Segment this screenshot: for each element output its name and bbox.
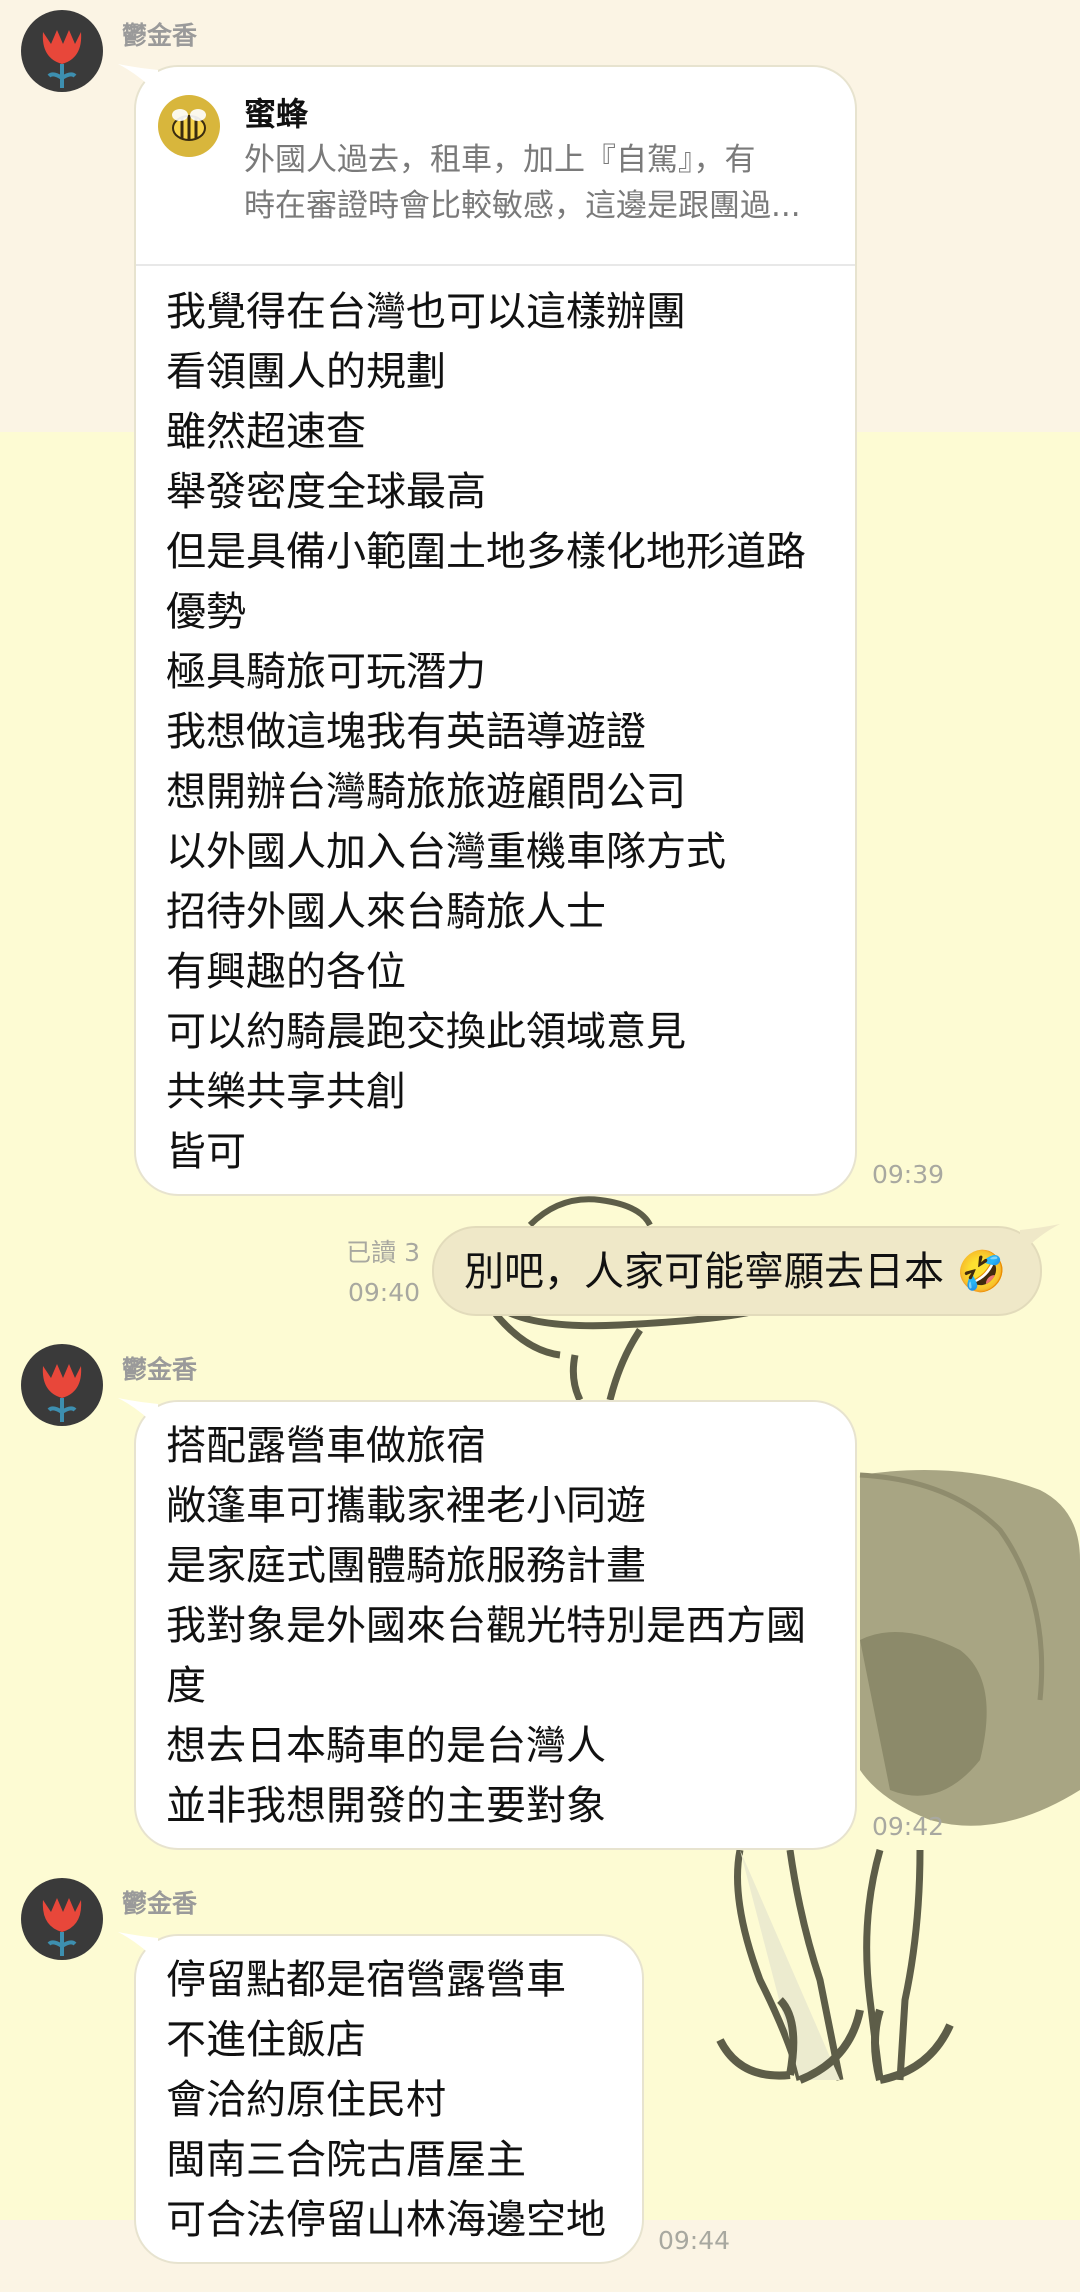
sender-name: 鬱金香: [122, 21, 198, 50]
quoted-text: 外國人過去，租車，加上『自駕』，有 時在審證時會比較敏感，這邊是跟團過...: [244, 137, 824, 229]
rofl-emoji: 🤣: [956, 1249, 1007, 1295]
message-text: 別吧，人家可能寧願去日本: [464, 1249, 944, 1295]
message-line: 看領團人的規劃: [166, 349, 446, 395]
sender-name: 鬱金香: [122, 1355, 198, 1384]
message-line: 雖然超速查: [166, 409, 366, 455]
bee-icon: [172, 109, 206, 141]
message-bubble[interactable]: 停留點都是宿營露營車 不進住飯店 會洽約原住民村 閩南三合院古厝屋主 可合法停留…: [134, 1934, 644, 2264]
bubble-tail: [118, 1932, 158, 1962]
message-line: 我對象是外國來台觀光特別是西方國: [166, 1603, 806, 1649]
message-bubble-with-reply[interactable]: 蜜蜂 外國人過去，租車，加上『自駕』，有 時在審證時會比較敏感，這邊是跟團過..…: [134, 65, 857, 1196]
tulip-icon: [42, 1898, 82, 1956]
message-line: 可以約騎晨跑交換此領域意見: [166, 1009, 686, 1055]
message-timestamp: 09:42: [872, 1812, 945, 1841]
tulip-icon: [42, 1364, 82, 1422]
quoted-reply[interactable]: 蜜蜂 外國人過去，租車，加上『自駕』，有 時在審證時會比較敏感，這邊是跟團過..…: [136, 67, 855, 266]
message-text: 停留點都是宿營露營車 不進住飯店 會洽約原住民村 閩南三合院古厝屋主 可合法停留…: [136, 1936, 642, 2250]
message-line: 會洽約原住民村: [166, 2077, 446, 2123]
bubble-tail: [118, 64, 158, 94]
message-timestamp: 09:44: [658, 2226, 731, 2255]
message-text: 我覺得在台灣也可以這樣辦團 看領團人的規劃 雖然超速查 舉發密度全球最高 但是具…: [136, 266, 855, 1182]
quoted-sender-name: 蜜蜂: [244, 95, 309, 133]
message-line: 是家庭式團體騎旅服務計畫: [166, 1543, 646, 1589]
message-timestamp: 09:40: [347, 1278, 420, 1307]
message-line: 不進住飯店: [166, 2017, 366, 2063]
message-line: 並非我想開發的主要對象: [166, 1783, 606, 1829]
message-line: 停留點都是宿營露營車: [166, 1957, 566, 2003]
my-message-bubble[interactable]: 別吧，人家可能寧願去日本 🤣: [432, 1226, 1042, 1316]
message-line: 想開辦台灣騎旅旅遊顧問公司: [166, 769, 686, 815]
avatar[interactable]: [21, 1344, 103, 1426]
bubble-tail: [1020, 1224, 1060, 1254]
message-line: 但是具備小範圍土地多樣化地形道路: [166, 529, 806, 575]
quoted-text-line: 外國人過去，租車，加上『自駕』，有: [244, 142, 756, 178]
message-line: 我覺得在台灣也可以這樣辦團: [166, 289, 686, 335]
message-line: 有興趣的各位: [166, 949, 406, 995]
message-line: 共樂共享共創: [166, 1069, 406, 1115]
message-line: 我想做這塊我有英語導遊證: [166, 709, 646, 755]
tulip-icon: [42, 30, 82, 88]
sender-name: 鬱金香: [122, 1889, 198, 1918]
message-line: 敞篷車可攜載家裡老小同遊: [166, 1483, 646, 1529]
message-line: 皆可: [166, 1129, 246, 1175]
message-line: 以外國人加入台灣重機車隊方式: [166, 829, 726, 875]
message-line: 度: [166, 1663, 206, 1709]
bubble-tail: [118, 1398, 158, 1428]
message-line: 可合法停留山林海邊空地: [166, 2197, 606, 2243]
bee-avatar: [158, 95, 220, 157]
message-line: 舉發密度全球最高: [166, 469, 486, 515]
message-line: 想去日本騎車的是台灣人: [166, 1723, 606, 1769]
quoted-text-line: 時在審證時會比較敏感，這邊是跟團過...: [244, 188, 801, 224]
avatar[interactable]: [21, 1878, 103, 1960]
read-receipt: 已讀 3 09:40: [330, 1233, 420, 1313]
message-timestamp: 09:39: [872, 1160, 945, 1189]
message-line: 優勢: [166, 589, 246, 635]
message-line: 極具騎旅可玩潛力: [166, 649, 486, 695]
message-line: 閩南三合院古厝屋主: [166, 2137, 526, 2183]
avatar[interactable]: [21, 10, 103, 92]
message-line: 招待外國人來台騎旅人士: [166, 889, 606, 935]
message-bubble[interactable]: 搭配露營車做旅宿 敞篷車可攜載家裡老小同遊 是家庭式團體騎旅服務計畫 我對象是外…: [134, 1400, 857, 1850]
message-line: 搭配露營車做旅宿: [166, 1423, 486, 1469]
read-count: 已讀 3: [346, 1238, 420, 1267]
message-text: 搭配露營車做旅宿 敞篷車可攜載家裡老小同遊 是家庭式團體騎旅服務計畫 我對象是外…: [136, 1402, 855, 1836]
